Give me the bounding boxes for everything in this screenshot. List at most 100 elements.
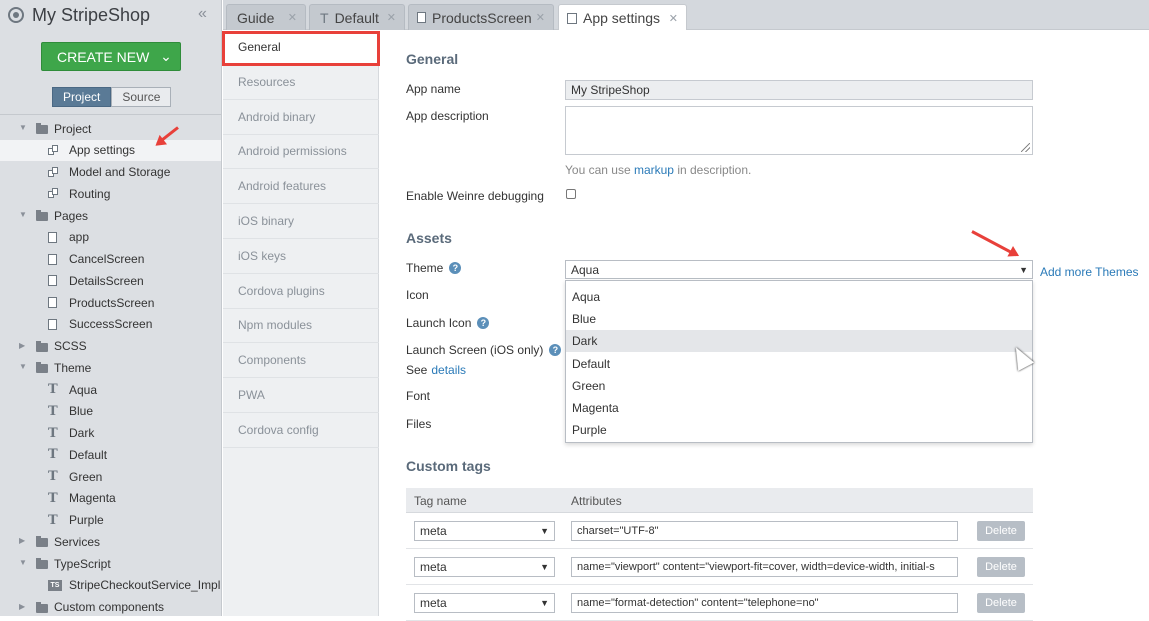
tag-name-value: meta	[420, 560, 447, 574]
app-description-textarea[interactable]	[565, 106, 1033, 155]
tree-item-detailsscreen[interactable]: DetailsScreen	[0, 270, 221, 291]
tag-name-select[interactable]: meta ▼	[414, 593, 555, 613]
nav-item-cordova-plugins[interactable]: Cordova plugins	[223, 274, 379, 309]
expanded-triangle-icon[interactable]: ▼	[19, 211, 27, 219]
nav-item-ios-binary[interactable]: iOS binary	[223, 204, 379, 239]
tree-item-default[interactable]: T Default	[0, 444, 221, 465]
tree-item-model-and-storage[interactable]: Model and Storage	[0, 162, 221, 183]
editor-tabbar: Guide ✕ T Default ✕ ProductsScreen ✕ App…	[223, 0, 1149, 31]
nav-item-cordova-config[interactable]: Cordova config	[223, 413, 379, 448]
markup-hint: You can use markup in description.	[565, 163, 751, 177]
theme-option-blue[interactable]: Blue	[566, 308, 1032, 330]
theme-option-dark[interactable]: Dark	[566, 330, 1032, 353]
help-icon[interactable]: ?	[449, 262, 462, 274]
attributes-input[interactable]: name="format-detection" content="telepho…	[571, 593, 958, 613]
create-new-button[interactable]: CREATE NEW ⌄	[41, 42, 181, 71]
source-tab[interactable]: Source	[111, 87, 172, 107]
nav-item-resources[interactable]: Resources	[223, 65, 379, 100]
theme-option-aqua[interactable]: Aqua	[566, 286, 1032, 308]
attributes-input[interactable]: name="viewport" content="viewport-fit=co…	[571, 557, 958, 577]
create-new-label: CREATE NEW	[57, 48, 150, 65]
collapse-sidebar-icon[interactable]: «	[198, 5, 207, 23]
app-name-label: App name	[406, 82, 461, 96]
table-row: meta ▼ charset="UTF-8" Delete	[406, 513, 1033, 549]
details-link[interactable]: details	[431, 363, 466, 377]
tree-item-stripecheckoutservice-impl[interactable]: TS StripeCheckoutService_Impl	[0, 575, 221, 596]
folder-icon	[36, 558, 48, 569]
nav-item-components[interactable]: Components	[223, 343, 379, 379]
tag-name-select[interactable]: meta ▼	[414, 521, 555, 541]
tab-guide[interactable]: Guide ✕	[226, 4, 306, 30]
launch-icon-label: Launch Icon?	[406, 316, 490, 330]
expanded-triangle-icon[interactable]: ▼	[19, 363, 27, 371]
tree-item-blue[interactable]: T Blue	[0, 401, 221, 422]
tree-item-productsscreen[interactable]: ProductsScreen	[0, 292, 221, 313]
tree-item-dark[interactable]: T Dark	[0, 423, 221, 444]
delete-button[interactable]: Delete	[977, 557, 1025, 577]
tab-productsscreen[interactable]: ProductsScreen ✕	[408, 4, 554, 30]
app-description-label: App description	[406, 109, 489, 123]
theme-option-green[interactable]: Green	[566, 375, 1032, 397]
tree-item-cancelscreen[interactable]: CancelScreen	[0, 249, 221, 270]
close-icon[interactable]: ✕	[288, 11, 297, 24]
tree-item-app[interactable]: app	[0, 227, 221, 248]
tree-item-custom-components[interactable]: ▶ Custom components	[0, 597, 221, 617]
theme-value: Aqua	[571, 262, 600, 277]
collapsed-triangle-icon[interactable]: ▶	[19, 341, 27, 350]
weinre-checkbox[interactable]	[566, 189, 576, 199]
expanded-triangle-icon[interactable]: ▼	[19, 124, 27, 132]
tree-item-theme[interactable]: ▼ Theme	[0, 357, 221, 378]
nav-item-ios-keys[interactable]: iOS keys	[223, 239, 379, 274]
nav-item-android-permissions[interactable]: Android permissions	[223, 134, 379, 170]
tree-item-pages[interactable]: ▼ Pages	[0, 205, 221, 226]
theme-select[interactable]: Aqua ▼	[565, 260, 1033, 279]
chevron-down-icon[interactable]: ⌄	[152, 43, 180, 70]
add-more-themes-link[interactable]: Add more Themes	[1040, 265, 1139, 279]
tree-item-green[interactable]: T Green	[0, 466, 221, 487]
tree-item-project[interactable]: ▼ Project	[0, 118, 221, 139]
theme-option-default[interactable]: Default	[566, 353, 1032, 375]
resize-handle-icon[interactable]	[1021, 143, 1030, 152]
app-name-input[interactable]: My StripeShop	[565, 80, 1033, 100]
theme-option-magenta[interactable]: Magenta	[566, 397, 1032, 419]
collapsed-triangle-icon[interactable]: ▶	[19, 602, 27, 611]
tree-item-app-settings[interactable]: App settings	[0, 139, 221, 161]
theme-option-purple[interactable]: Purple	[566, 419, 1032, 441]
attributes-input[interactable]: charset="UTF-8"	[571, 521, 958, 541]
tree-item-purple[interactable]: T Purple	[0, 510, 221, 531]
nav-item-pwa[interactable]: PWA	[223, 378, 379, 413]
delete-button[interactable]: Delete	[977, 593, 1025, 613]
tab-app-settings[interactable]: App settings ✕	[558, 4, 687, 31]
tree-item-typescript[interactable]: ▼ TypeScript	[0, 553, 221, 574]
help-icon[interactable]: ?	[477, 317, 490, 329]
tree-item-successscreen[interactable]: SuccessScreen	[0, 314, 221, 335]
nav-item-android-features[interactable]: Android features	[223, 169, 379, 205]
tree-item-scss[interactable]: ▶ SCSS	[0, 336, 221, 357]
settings-icon	[48, 166, 60, 179]
collapsed-triangle-icon[interactable]: ▶	[19, 537, 27, 545]
nav-item-npm-modules[interactable]: Npm modules	[223, 308, 379, 344]
tree-item-label: app	[69, 230, 90, 245]
tree-item-label: Blue	[69, 404, 94, 419]
folder-icon	[36, 123, 48, 134]
tag-name-value: meta	[420, 596, 447, 610]
tree-item-magenta[interactable]: T Magenta	[0, 488, 221, 509]
tab-default[interactable]: T Default ✕	[309, 4, 405, 30]
project-tab[interactable]: Project	[52, 87, 112, 107]
close-icon[interactable]: ✕	[387, 11, 396, 24]
delete-button[interactable]: Delete	[977, 521, 1025, 541]
settings-panel: General App name My StripeShop App descr…	[380, 30, 1149, 621]
nav-item-android-binary[interactable]: Android binary	[223, 100, 379, 135]
expanded-triangle-icon[interactable]: ▼	[19, 559, 27, 567]
tree-item-label: Dark	[69, 426, 95, 440]
tree-item-aqua[interactable]: T Aqua	[0, 379, 221, 400]
weinre-label: Enable Weinre debugging	[406, 189, 544, 203]
tree-item-services[interactable]: ▶ Services	[0, 531, 221, 552]
markup-link[interactable]: markup	[634, 163, 674, 177]
close-icon[interactable]: ✕	[669, 12, 678, 25]
close-icon[interactable]: ✕	[536, 11, 545, 24]
tag-name-select[interactable]: meta ▼	[414, 557, 555, 577]
help-icon[interactable]: ?	[549, 344, 562, 356]
folder-icon	[36, 210, 48, 221]
tree-item-routing[interactable]: Routing	[0, 183, 221, 204]
